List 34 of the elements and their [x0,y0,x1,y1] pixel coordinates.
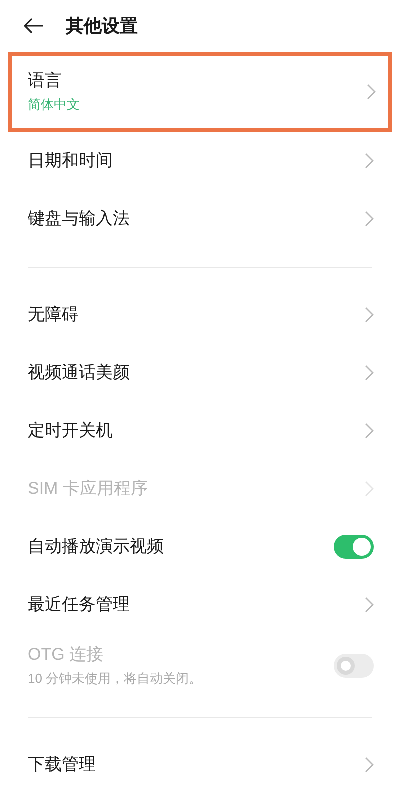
settings-row[interactable]: 下载管理 [0,736,400,793]
row-label: 视频通话美颜 [28,362,130,384]
back-arrow-icon[interactable] [24,18,44,34]
chevron-right-icon [365,211,374,227]
chevron-right-icon [365,153,374,169]
row-label: 语言 [28,70,63,92]
chevron-right-icon [365,757,374,773]
settings-row[interactable]: 定时开关机 [0,402,400,460]
row-label: 下载管理 [28,754,96,776]
row-label: OTG 连接 [28,644,105,666]
row-subtitle: 10 分钟未使用，将自动关闭。 [28,670,202,688]
settings-row[interactable]: 自动播放演示视频 [0,518,400,576]
settings-row[interactable]: 无障碍 [0,286,400,344]
settings-row[interactable]: 最近任务管理 [0,576,400,634]
toggle-switch[interactable] [334,535,374,559]
chevron-right-icon [365,481,374,497]
chevron-right-icon [367,84,376,100]
row-label: 定时开关机 [28,420,113,442]
page-title: 其他设置 [66,14,138,38]
chevron-right-icon [365,597,374,613]
row-label: 键盘与输入法 [28,208,130,230]
row-label: 自动播放演示视频 [28,536,164,558]
settings-row[interactable]: 键盘与输入法 [0,190,400,248]
row-label: 最近任务管理 [28,594,130,616]
row-label: SIM 卡应用程序 [28,478,148,500]
chevron-right-icon [365,423,374,439]
chevron-right-icon [365,365,374,381]
row-label: 日期和时间 [28,150,113,172]
chevron-right-icon [365,307,374,323]
settings-row[interactable]: 视频通话美颜 [0,344,400,402]
settings-row[interactable]: 日期和时间 [0,132,400,190]
row-label: 无障碍 [28,304,79,326]
row-subtitle: 简体中文 [28,96,80,114]
highlighted-settings-row[interactable]: 语言 简体中文 [8,52,392,132]
